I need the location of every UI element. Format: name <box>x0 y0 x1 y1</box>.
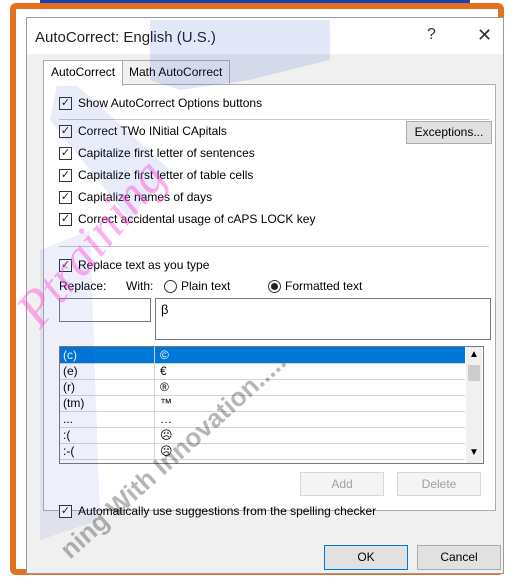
plain-text-radio[interactable]: Plain text <box>164 277 230 295</box>
scroll-down-icon[interactable]: ▼ <box>469 447 479 458</box>
correct-two-caps-option[interactable]: ✓ Correct TWo INitial CApitals <box>59 122 227 140</box>
list-scrollbar[interactable]: ▲ ▼ <box>466 347 482 463</box>
show-buttons-label: Show AutoCorrect Options buttons <box>78 96 263 110</box>
tab-autocorrect[interactable]: AutoCorrect <box>43 60 124 86</box>
caps-lock-option[interactable]: ✓ Correct accidental usage of cAPS LOCK … <box>59 210 315 228</box>
list-item[interactable]: (c) © <box>60 347 465 364</box>
with-label: With: <box>126 279 154 293</box>
cap-sentences-option[interactable]: ✓ Capitalize first letter of sentences <box>59 144 255 162</box>
list-item[interactable]: (r) ® <box>60 379 465 396</box>
auto-suggest-option[interactable]: ✓ Automatically use suggestions from the… <box>59 502 376 520</box>
cap-days-option[interactable]: ✓ Capitalize names of days <box>59 188 212 206</box>
checkbox-icon: ✓ <box>59 146 72 160</box>
checkbox-icon: ✓ <box>59 258 72 272</box>
replace-label: Replace: <box>59 279 107 293</box>
scroll-up-icon[interactable]: ▲ <box>469 349 479 360</box>
radio-selected-icon <box>268 279 281 293</box>
tab-math-autocorrect[interactable]: Math AutoCorrect <box>121 60 231 84</box>
with-input[interactable]: β <box>155 298 491 340</box>
plain-text-label: Plain text <box>181 279 231 293</box>
autocorrect-list[interactable]: (c) © (e) € (r) ® (tm) ™ ...… :(☹ :-(☹ ▲ ▼ <box>59 346 484 464</box>
auto-suggest-label: Automatically use suggestions from the s… <box>78 504 377 518</box>
cancel-button[interactable]: Cancel <box>417 545 501 570</box>
separator <box>59 119 489 120</box>
replace-text-option[interactable]: ✓ Replace text as you type <box>59 256 209 274</box>
ok-button[interactable]: OK <box>324 545 408 570</box>
checkbox-icon: ✓ <box>59 124 72 138</box>
cap-cells-label: Capitalize first letter of table cells <box>78 168 254 182</box>
show-buttons-option[interactable]: ✓ Show AutoCorrect Options buttons <box>59 94 262 112</box>
checkbox-icon: ✓ <box>59 504 72 518</box>
caps-lock-label: Correct accidental usage of cAPS LOCK ke… <box>78 212 316 226</box>
add-button[interactable]: Add <box>300 472 384 496</box>
delete-button[interactable]: Delete <box>397 472 481 496</box>
cap-days-label: Capitalize names of days <box>78 190 213 204</box>
exceptions-button[interactable]: Exceptions... <box>406 121 492 144</box>
help-button[interactable]: ? <box>427 26 436 44</box>
separator <box>59 246 489 247</box>
checkbox-icon: ✓ <box>59 96 72 110</box>
formatted-text-radio[interactable]: Formatted text <box>268 277 362 295</box>
list-item[interactable]: :-(☹ <box>60 443 465 460</box>
replace-text-label: Replace text as you type <box>78 258 210 272</box>
close-button[interactable]: ✕ <box>477 25 492 46</box>
cap-cells-option[interactable]: ✓ Capitalize first letter of table cells <box>59 166 253 184</box>
title-bar: AutoCorrect: English (U.S.) ? ✕ <box>27 18 503 54</box>
checkbox-icon: ✓ <box>59 168 72 182</box>
autocorrect-dialog: AutoCorrect: English (U.S.) ? ✕ AutoCorr… <box>26 17 504 574</box>
list-item[interactable]: ...… <box>60 411 465 428</box>
correct-two-caps-label: Correct TWo INitial CApitals <box>78 124 227 138</box>
list-item[interactable]: (e) € <box>60 363 465 380</box>
list-item[interactable]: (tm) ™ <box>60 395 465 412</box>
cap-sentences-label: Capitalize first letter of sentences <box>78 146 255 160</box>
formatted-text-label: Formatted text <box>285 279 363 293</box>
radio-unselected-icon <box>164 279 177 293</box>
list-item[interactable]: :(☹ <box>60 427 465 444</box>
scroll-thumb[interactable] <box>468 365 480 381</box>
checkbox-icon: ✓ <box>59 190 72 204</box>
replace-input[interactable] <box>59 298 151 322</box>
window-title: AutoCorrect: English (U.S.) <box>35 29 216 46</box>
checkbox-icon: ✓ <box>59 212 72 226</box>
